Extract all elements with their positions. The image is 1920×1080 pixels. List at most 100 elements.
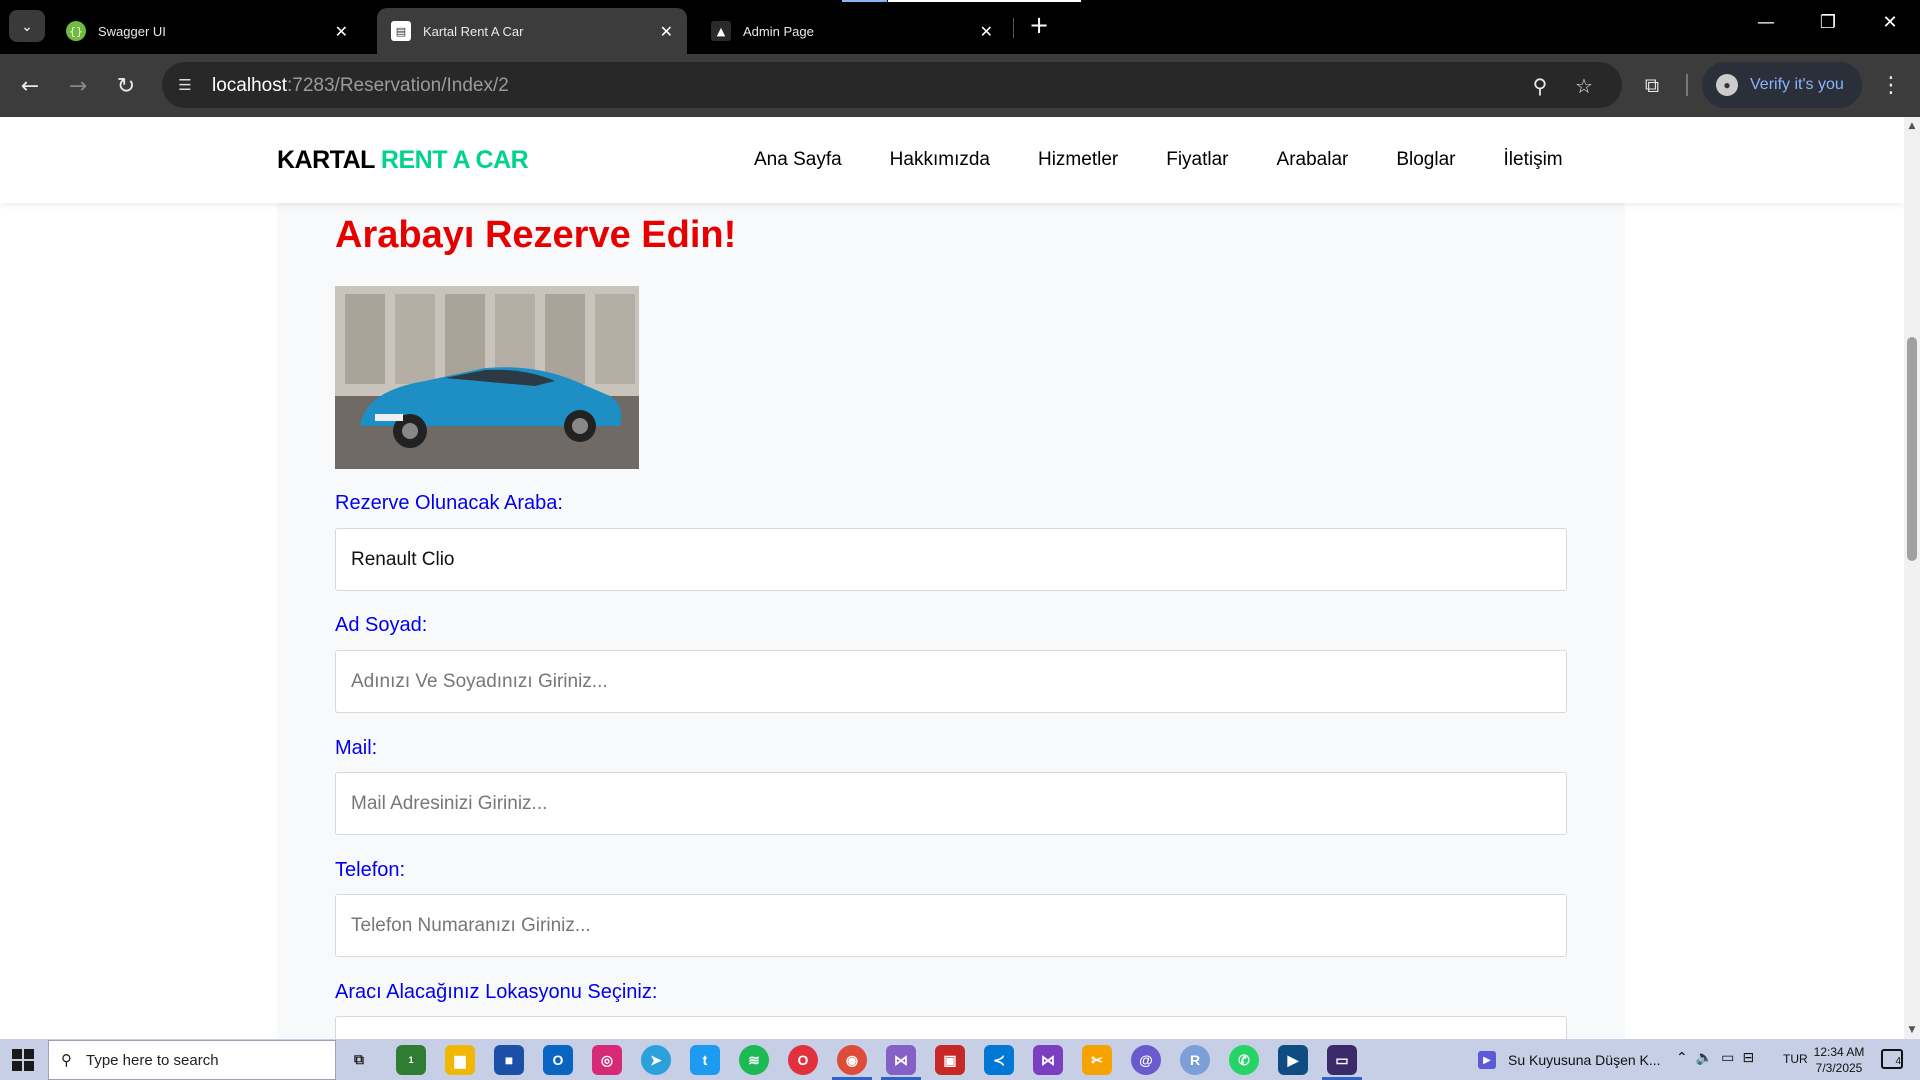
media-play-icon: ▶: [1478, 1051, 1496, 1069]
site-info-icon[interactable]: ☰: [174, 74, 196, 96]
network-icon[interactable]: ⊟: [1742, 1050, 1754, 1066]
new-tab-icon[interactable]: +: [1024, 10, 1054, 40]
location-select[interactable]: [335, 1016, 1567, 1039]
nav-fiyatlar[interactable]: Fiyatlar: [1166, 149, 1228, 171]
microsoft-store-icon[interactable]: ■: [494, 1045, 524, 1075]
reload-icon[interactable]: ↻: [110, 70, 142, 102]
site-navigation: Ana Sayfa Hakkımızda Hizmetler Fiyatlar …: [754, 149, 1563, 171]
location-label: Aracı Alacağınız Lokasyonu Seçiniz:: [335, 981, 658, 1003]
xbox-store-icon[interactable]: 1: [396, 1045, 426, 1075]
browser-tab-bar: ⌄ {} Swagger UI ✕ ▤ Kartal Rent A Car ✕ …: [0, 0, 1920, 54]
back-arrow-icon[interactable]: ←: [14, 70, 46, 102]
browser-menu-icon[interactable]: ⋮: [1876, 70, 1906, 100]
snipping-tool-icon[interactable]: ✂: [1082, 1045, 1112, 1075]
visual-studio-icon[interactable]: ⋈: [886, 1045, 916, 1075]
tab-search-chevron-icon[interactable]: ⌄: [9, 10, 45, 42]
taskbar-search-placeholder: Type here to search: [86, 1051, 219, 1069]
car-field[interactable]: [335, 528, 1567, 591]
clock-time: 12:34 AM: [1813, 1045, 1865, 1059]
tab-swagger[interactable]: {} Swagger UI ✕: [52, 8, 362, 54]
search-icon: ⚲: [61, 1051, 72, 1069]
extensions-icon[interactable]: ⧉: [1637, 70, 1667, 100]
notification-icon[interactable]: 4: [1881, 1049, 1903, 1069]
tab-kartal[interactable]: ▤ Kartal Rent A Car ✕: [377, 8, 687, 54]
admin-icon: ▲: [711, 21, 731, 41]
outlook-icon[interactable]: O: [543, 1045, 573, 1075]
media-title: Su Kuyusuna Düşen K...: [1508, 1052, 1661, 1068]
chrome-icon[interactable]: ◉: [837, 1045, 867, 1075]
nav-arabalar[interactable]: Arabalar: [1277, 149, 1349, 171]
tab-admin[interactable]: ▲ Admin Page ✕: [697, 8, 1007, 54]
browser-app-icon[interactable]: @: [1131, 1045, 1161, 1075]
taskbar-search[interactable]: ⚲ Type here to search: [48, 1040, 336, 1080]
scrollbar-thumb[interactable]: [1907, 337, 1917, 561]
battery-icon[interactable]: ▭: [1721, 1050, 1734, 1066]
prime-video-icon[interactable]: ▶: [1278, 1045, 1308, 1075]
close-window-icon[interactable]: ✕: [1870, 12, 1910, 33]
language-indicator[interactable]: TUR: [1783, 1052, 1808, 1066]
loading-indicator: [888, 0, 1081, 2]
nav-hizmetler[interactable]: Hizmetler: [1038, 149, 1118, 171]
whatsapp-icon[interactable]: ✆: [1229, 1045, 1259, 1075]
vscode-icon[interactable]: ≺: [984, 1045, 1014, 1075]
tab-title: Admin Page: [743, 23, 814, 39]
tab-separator: [1013, 18, 1014, 38]
instagram-icon[interactable]: ◎: [592, 1045, 622, 1075]
close-tab-icon[interactable]: ✕: [660, 22, 673, 41]
volume-icon[interactable]: 🔈: [1696, 1050, 1713, 1066]
page-viewport: KARTAL RENT A CAR Ana Sayfa Hakkımızda H…: [0, 117, 1904, 1039]
zoom-icon[interactable]: ⚲: [1528, 74, 1552, 98]
address-bar[interactable]: ☰ localhost:7283/Reservation/Index/2 ⚲ ☆: [162, 62, 1622, 108]
url-text[interactable]: localhost:7283/Reservation/Index/2: [212, 75, 509, 97]
mail-label: Mail:: [335, 737, 378, 759]
tab-title: Kartal Rent A Car: [423, 23, 524, 39]
page-title: Arabayı Rezerve Edin!: [335, 214, 737, 256]
loading-indicator: [842, 0, 887, 2]
car-image: [335, 286, 639, 469]
nav-ana-sayfa[interactable]: Ana Sayfa: [754, 149, 842, 171]
close-tab-icon[interactable]: ✕: [335, 22, 348, 41]
visual-studio-2-icon[interactable]: ⋈: [1033, 1045, 1063, 1075]
r-app-icon[interactable]: R: [1180, 1045, 1210, 1075]
nav-hakkimizda[interactable]: Hakkımızda: [890, 149, 990, 171]
car-label: Rezerve Olunacak Araba:: [335, 492, 563, 514]
restore-icon[interactable]: ❐: [1808, 12, 1848, 33]
media-widget[interactable]: ▶ Su Kuyusuna Düşen K...: [1478, 1051, 1661, 1069]
opera-icon[interactable]: O: [788, 1045, 818, 1075]
system-tray: ⌃ 🔈 ▭ ⊟: [1676, 1050, 1762, 1066]
toolbar-separator: [1686, 74, 1688, 96]
clock[interactable]: 12:34 AM 7/3/2025: [1808, 1044, 1870, 1076]
name-field[interactable]: [335, 650, 1567, 713]
phone-label: Telefon:: [335, 859, 406, 881]
twitter-icon[interactable]: t: [690, 1045, 720, 1075]
browser-toolbar: ← → ↻ ☰ localhost:7283/Reservation/Index…: [0, 54, 1920, 117]
tab-title: Swagger UI: [98, 23, 166, 39]
bookmark-star-icon[interactable]: ☆: [1572, 74, 1596, 98]
phone-field[interactable]: [335, 894, 1567, 957]
mail-field[interactable]: [335, 772, 1567, 835]
scroll-up-icon[interactable]: ▲: [1907, 121, 1917, 131]
page-icon: ▤: [391, 21, 411, 41]
nav-iletisim[interactable]: İletişim: [1504, 149, 1563, 171]
avatar: ●: [1716, 74, 1738, 96]
telegram-icon[interactable]: ➤: [641, 1045, 671, 1075]
profile-label: Verify it's you: [1750, 76, 1844, 93]
spotify-icon[interactable]: ≋: [739, 1045, 769, 1075]
name-label: Ad Soyad:: [335, 614, 428, 636]
site-logo[interactable]: KARTAL RENT A CAR: [277, 146, 529, 175]
nav-bloglar[interactable]: Bloglar: [1396, 149, 1455, 171]
task-view-icon[interactable]: ⧉: [344, 1045, 374, 1075]
scroll-down-icon[interactable]: ▼: [1907, 1025, 1917, 1035]
windows-start-icon[interactable]: [12, 1049, 34, 1071]
close-tab-icon[interactable]: ✕: [980, 22, 993, 41]
windows-taskbar: ⚲ Type here to search ⧉ 1 ▆ ■ O ◎ ➤ t ≋ …: [0, 1039, 1920, 1080]
minimize-icon[interactable]: —: [1746, 12, 1786, 33]
profile-button[interactable]: ● Verify it's you: [1702, 62, 1862, 108]
file-explorer-icon[interactable]: ▆: [445, 1045, 475, 1075]
forward-arrow-icon[interactable]: →: [62, 70, 94, 102]
page-scrollbar[interactable]: ▲ ▼: [1904, 117, 1920, 1039]
terminal-icon[interactable]: ▭: [1327, 1045, 1357, 1075]
swagger-icon: {}: [66, 21, 86, 41]
tray-chevron-icon[interactable]: ⌃: [1676, 1050, 1688, 1066]
app-icon[interactable]: ▣: [935, 1045, 965, 1075]
